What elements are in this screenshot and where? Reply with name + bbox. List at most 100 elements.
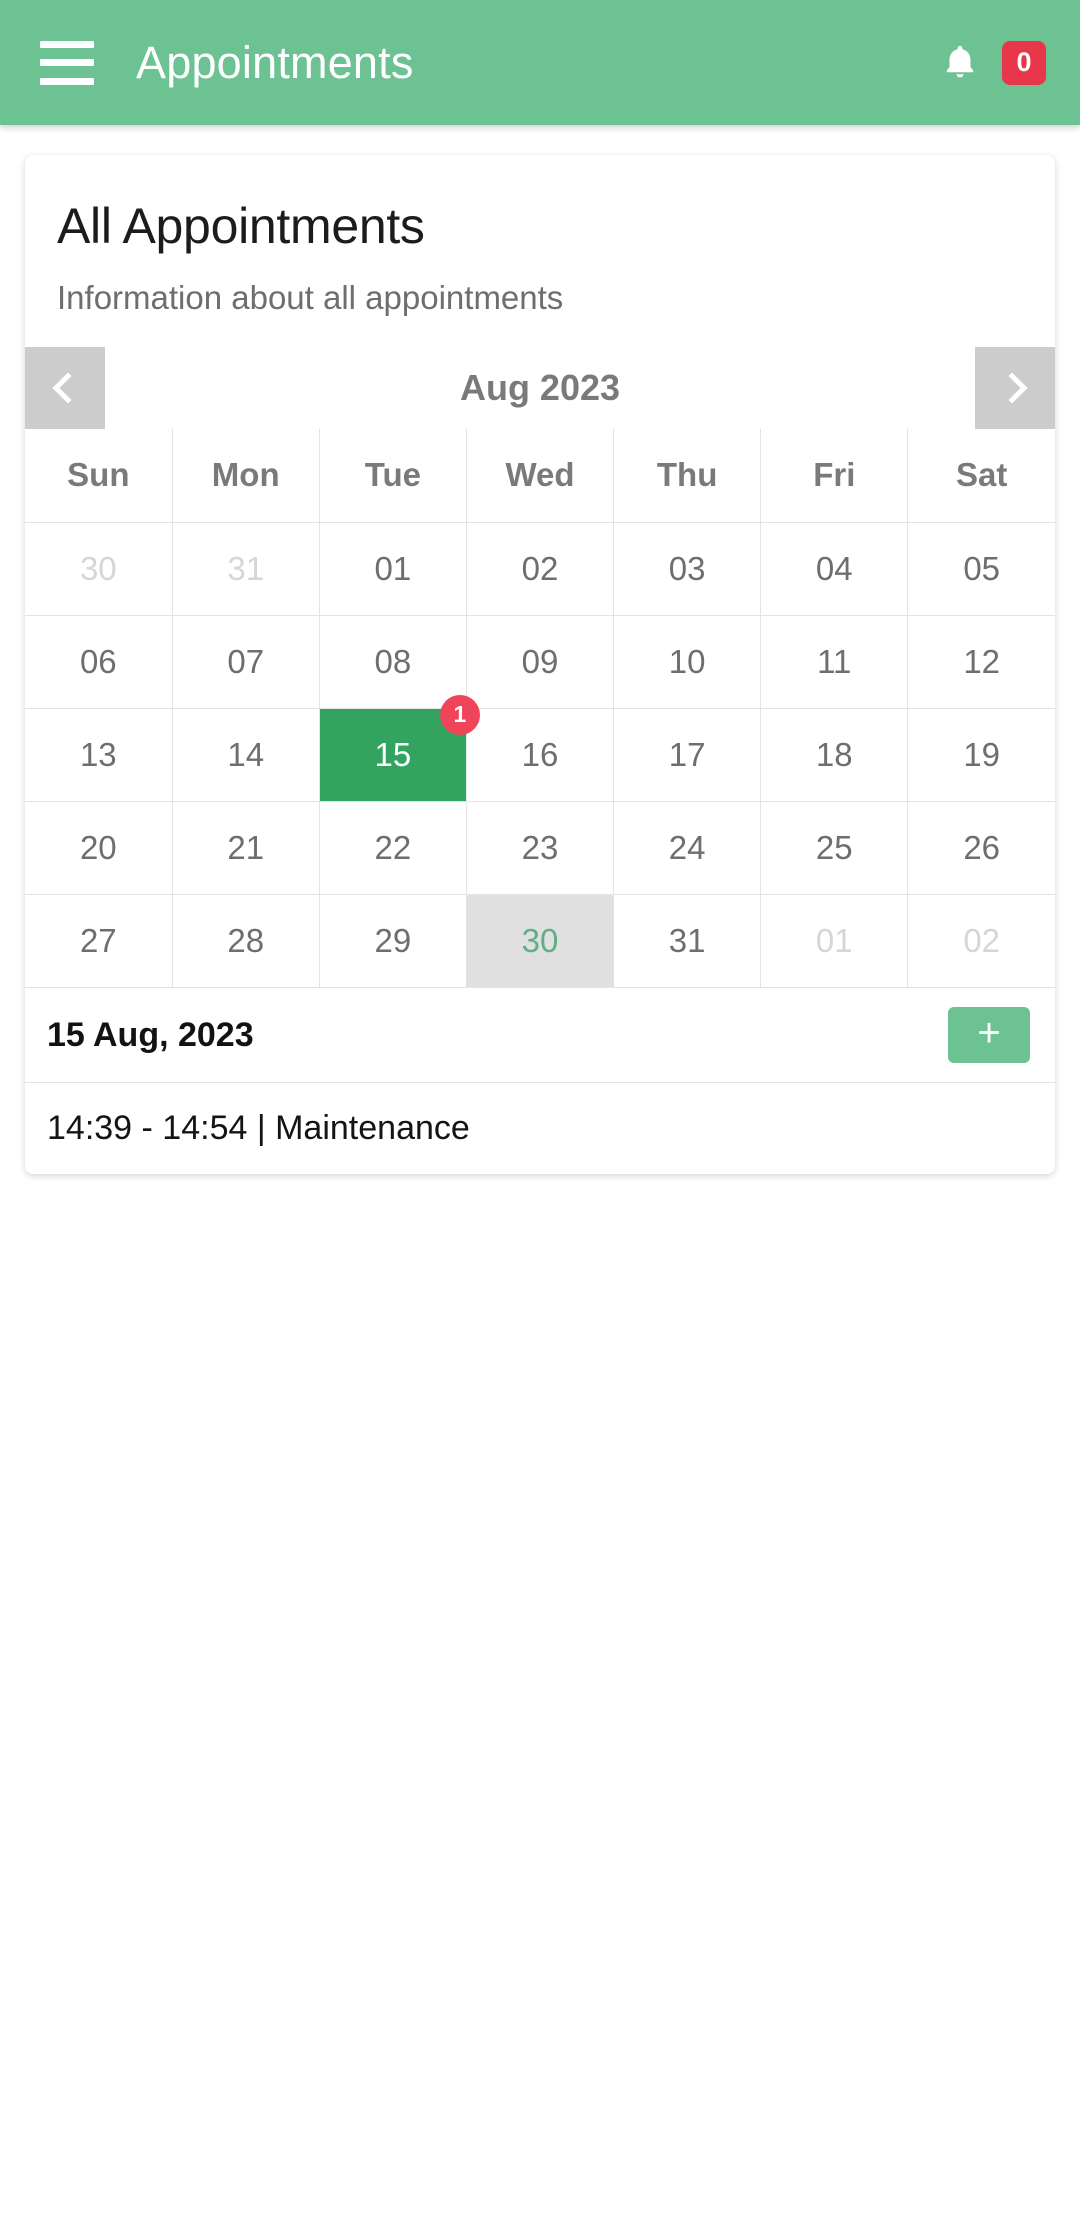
calendar-day-number: 31 [668, 921, 706, 959]
month-label: Aug 2023 [459, 367, 621, 408]
calendar-day-cell[interactable]: 20 [25, 800, 173, 895]
calendar-day-cell[interactable]: 04 [760, 521, 909, 616]
app-bar-actions: 0 [938, 39, 1046, 87]
calendar-day-cell[interactable]: 01 [760, 893, 909, 987]
notification-count-badge[interactable]: 0 [1002, 40, 1046, 85]
weekday-header-wed: Wed [465, 429, 615, 523]
app-bar: Appointments 0 [0, 0, 1080, 125]
calendar-day-cell[interactable]: 22 [318, 800, 467, 895]
calendar-day-number: 31 [227, 549, 265, 587]
calendar-day-cell[interactable]: 30 [465, 893, 615, 987]
calendar-day-number: 20 [79, 828, 117, 866]
calendar-day-cell[interactable]: 23 [465, 800, 615, 895]
weekday-header-fri: Fri [760, 429, 909, 523]
day-appointment-count-badge: 1 [439, 694, 480, 735]
calendar-day-number: 01 [374, 549, 412, 587]
calendar-day-cell[interactable]: 10 [613, 614, 762, 709]
calendar-day-cell[interactable]: 25 [760, 800, 909, 895]
add-appointment-button[interactable]: + [948, 1007, 1030, 1063]
weekday-header-sun: Sun [25, 429, 173, 523]
calendar-day-cell[interactable]: 06 [25, 614, 173, 709]
calendar-day-cell[interactable]: 13 [25, 707, 173, 802]
calendar-day-cell[interactable]: 18 [760, 707, 909, 802]
calendar-day-number: 30 [521, 921, 559, 959]
next-month-button[interactable] [975, 347, 1055, 429]
calendar-day-number: 30 [79, 549, 117, 587]
chevron-left-icon [52, 372, 84, 404]
calendar-day-number: 21 [227, 828, 265, 866]
weekday-header-sat: Sat [907, 429, 1055, 523]
calendar-day-cell[interactable]: 02 [907, 893, 1055, 987]
calendar-day-cell[interactable]: 05 [907, 521, 1055, 616]
calendar-day-cell[interactable]: 08 [318, 614, 467, 709]
bell-icon[interactable] [938, 39, 982, 87]
calendar-day-number: 09 [521, 642, 559, 680]
weekday-header-tue: Tue [318, 429, 467, 523]
calendar-day-cell[interactable]: 30 [25, 521, 173, 616]
calendar-day-number: 01 [815, 921, 853, 959]
hamburger-bar-3 [40, 77, 94, 85]
app-bar-title: Appointments [136, 36, 414, 88]
calendar-day-number: 11 [817, 642, 852, 680]
calendar-day-number: 28 [227, 921, 265, 959]
calendar-day-number: 27 [79, 921, 117, 959]
calendar-day-number: 18 [815, 735, 853, 773]
calendar-day-cell[interactable]: 09 [465, 614, 615, 709]
weekday-header-row: Sun Mon Tue Wed Thu Fri Sat [25, 429, 1055, 523]
calendar-day-number: 12 [963, 642, 1001, 680]
calendar-day-cell[interactable]: 24 [613, 800, 762, 895]
calendar-grid: Sun Mon Tue Wed Thu Fri Sat 30 31 01 02 03 04 05 06 07… [25, 429, 1055, 987]
calendar-day-cell[interactable]: 21 [171, 800, 320, 895]
calendar-day-cell[interactable]: 02 [465, 521, 615, 616]
calendar-day-cell[interactable]: 07 [171, 614, 320, 709]
calendar-day-number: 24 [668, 828, 706, 866]
calendar-day-number: 06 [79, 642, 117, 680]
weekday-header-mon: Mon [171, 429, 320, 523]
calendar-day-cell[interactable]: 28 [171, 893, 320, 987]
calendar-day-number: 19 [963, 735, 1001, 773]
appointment-row[interactable]: 14:39 - 14:54 | Maintenance [25, 1082, 1055, 1174]
calendar-day-cell[interactable]: 29 [318, 893, 467, 987]
hamburger-bar-2 [40, 59, 94, 66]
calendar-day-number: 05 [963, 549, 1001, 587]
calendar-day-number: 04 [815, 549, 853, 587]
weekday-header-thu: Thu [613, 429, 762, 523]
calendar-day-number: 17 [668, 735, 706, 773]
calendar-day-cell[interactable]: 16 [465, 707, 615, 802]
previous-month-button[interactable] [25, 347, 105, 429]
calendar-day-cell[interactable]: 03 [613, 521, 762, 616]
calendar-body: 30 31 01 02 03 04 05 06 07 08 09 10 11 12 13 14 15 1 16 17 1… [25, 521, 1055, 987]
calendar-day-cell[interactable]: 17 [613, 707, 762, 802]
chevron-right-icon [996, 372, 1028, 404]
calendar-day-cell[interactable]: 15 1 [318, 694, 480, 802]
page-subtitle: Information about all appointments [57, 279, 564, 316]
calendar-day-number: 26 [963, 828, 1001, 866]
calendar-day-cell[interactable]: 12 [907, 614, 1055, 709]
calendar-day-number: 02 [521, 549, 559, 587]
calendar-day-cell[interactable]: 14 [171, 707, 320, 802]
calendar-day-cell[interactable]: 27 [25, 893, 173, 987]
calendar-day-number: 07 [227, 642, 265, 680]
hamburger-menu-icon[interactable] [40, 40, 94, 85]
page-body: All Appointments Information about all a… [0, 125, 1080, 1174]
calendar-day-number: 23 [521, 828, 559, 866]
calendar-day-number: 29 [374, 921, 412, 959]
appointment-list: 14:39 - 14:54 | Maintenance [25, 1082, 1055, 1174]
calendar-week-row: 06 07 08 09 10 11 12 [25, 614, 1055, 709]
calendar-day-number: 25 [815, 828, 853, 866]
hamburger-bar-1 [40, 40, 94, 48]
calendar-day-number: 10 [668, 642, 706, 680]
calendar-day-cell[interactable]: 26 [907, 800, 1055, 895]
calendar-day-cell[interactable]: 11 [760, 614, 909, 709]
calendar-day-cell[interactable]: 01 [318, 521, 467, 616]
calendar-day-number: 08 [374, 642, 412, 680]
calendar-day-number: 03 [668, 549, 706, 587]
calendar-day-cell[interactable]: 31 [613, 893, 762, 987]
calendar-day-cell[interactable]: 19 [907, 707, 1055, 802]
card-header: All Appointments Information about all a… [25, 155, 1055, 347]
calendar-day-cell[interactable]: 31 [171, 521, 320, 616]
calendar-day-number: 16 [521, 735, 559, 773]
calendar-week-row: 13 14 15 1 16 17 18 19 [25, 694, 1055, 802]
calendar-day-number: 02 [963, 921, 1001, 959]
selected-date-row: 15 Aug, 2023 + [25, 987, 1055, 1082]
